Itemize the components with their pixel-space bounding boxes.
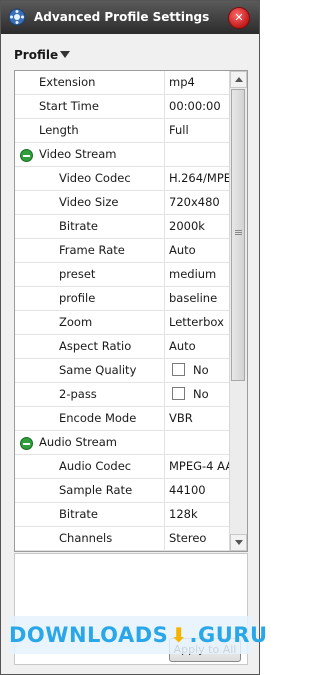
checkbox[interactable] <box>172 387 185 400</box>
property-value[interactable]: 128k <box>165 503 229 526</box>
property-name: Encode Mode <box>15 407 165 430</box>
property-name: Video Codec <box>15 167 165 190</box>
watermark-dot: . <box>189 623 199 647</box>
property-row[interactable]: Length Full <box>15 119 229 143</box>
property-value <box>165 431 229 454</box>
property-name: Extension <box>15 71 165 94</box>
property-name: Frame Rate <box>15 239 165 262</box>
property-name: Start Time <box>15 95 165 118</box>
property-name: Length <box>15 119 165 142</box>
property-value <box>165 143 229 166</box>
property-value[interactable]: Auto <box>165 239 229 262</box>
property-name: preset <box>15 263 165 286</box>
property-value[interactable]: Full <box>165 119 229 142</box>
property-row[interactable]: Bitrate 2000k <box>15 215 229 239</box>
watermark-text-right: GURU <box>198 623 268 647</box>
property-row[interactable]: Extension mp4 <box>15 71 229 95</box>
property-name: Audio Codec <box>15 455 165 478</box>
close-button[interactable]: ✕ <box>228 7 250 29</box>
collapse-icon[interactable] <box>20 437 33 450</box>
dropdown-arrow-icon <box>60 51 71 58</box>
property-name: profile <box>15 287 165 310</box>
property-row[interactable]: Start Time 00:00:00 <box>15 95 229 119</box>
property-name: Bitrate <box>15 215 165 238</box>
download-icon: ⬇ <box>170 623 188 647</box>
property-value[interactable]: medium <box>165 263 229 286</box>
property-row[interactable]: Sample Rate 44100 <box>15 479 229 503</box>
property-name: Zoom <box>15 311 165 334</box>
property-value[interactable]: mp4 <box>165 71 229 94</box>
property-value[interactable]: 100% <box>165 551 229 552</box>
property-value[interactable]: Stereo <box>165 527 229 550</box>
property-row[interactable]: profile baseline <box>15 287 229 311</box>
property-value[interactable]: Auto <box>165 335 229 358</box>
property-name: Volume <box>15 551 165 552</box>
property-row[interactable]: Bitrate 128k <box>15 503 229 527</box>
checkbox[interactable] <box>172 363 185 376</box>
property-row[interactable]: Video Codec H.264/MPE <box>15 167 229 191</box>
property-value[interactable]: VBR <box>165 407 229 430</box>
property-value[interactable]: H.264/MPE <box>165 167 229 190</box>
property-value[interactable]: Letterbox <box>165 311 229 334</box>
property-name: Aspect Ratio <box>15 335 165 358</box>
title-bar: Advanced Profile Settings ✕ <box>1 1 259 34</box>
property-value[interactable]: 720x480 <box>165 191 229 214</box>
advanced-profile-settings-window: Advanced Profile Settings ✕ Profile Exte… <box>0 0 267 675</box>
group-row[interactable]: Audio Stream <box>15 431 229 455</box>
property-name: Video Stream <box>15 143 165 166</box>
property-name: Audio Stream <box>15 431 165 454</box>
property-row[interactable]: Encode Mode VBR <box>15 407 229 431</box>
property-row[interactable]: Zoom Letterbox <box>15 311 229 335</box>
property-value[interactable]: 2000k <box>165 215 229 238</box>
grip-icon <box>235 230 242 231</box>
profile-label: Profile <box>14 48 59 62</box>
property-row[interactable]: Audio Codec MPEG-4 AA <box>15 455 229 479</box>
close-icon: ✕ <box>234 11 244 24</box>
app-icon <box>8 8 26 26</box>
property-row[interactable]: Same Quality No <box>15 359 229 383</box>
property-row[interactable]: Volume100% <box>15 551 229 552</box>
property-name: Video Size <box>15 191 165 214</box>
property-value[interactable]: baseline <box>165 287 229 310</box>
collapse-icon[interactable] <box>20 149 33 162</box>
property-row[interactable]: 2-pass No <box>15 383 229 407</box>
checkbox-label: No <box>193 363 209 377</box>
scroll-down-button[interactable] <box>230 534 247 551</box>
property-row[interactable]: Aspect Ratio Auto <box>15 335 229 359</box>
scroll-thumb[interactable] <box>231 89 245 381</box>
property-name: 2-pass <box>15 383 165 406</box>
property-name: Sample Rate <box>15 479 165 502</box>
window-title: Advanced Profile Settings <box>34 10 210 24</box>
property-grid[interactable]: Extension mp4 Start Time 00:00:00 Length Full… <box>14 70 248 552</box>
group-row[interactable]: Video Stream <box>15 143 229 167</box>
downloads-guru-watermark: DOWNLOADS ⬇.GURU <box>9 616 267 654</box>
property-name: Same Quality <box>15 359 165 382</box>
property-value[interactable]: 00:00:00 <box>165 95 229 118</box>
property-row[interactable]: preset medium <box>15 263 229 287</box>
checkbox-label: No <box>193 387 209 401</box>
property-value[interactable]: MPEG-4 AA <box>165 455 229 478</box>
property-row[interactable]: Channels Stereo <box>15 527 229 551</box>
vertical-scrollbar[interactable] <box>229 71 247 551</box>
profile-dropdown[interactable]: Profile <box>14 48 71 62</box>
property-value[interactable]: 44100 <box>165 479 229 502</box>
watermark-text-left: DOWNLOADS <box>9 623 169 647</box>
property-value[interactable]: No <box>165 383 229 406</box>
property-rows: Extension mp4 Start Time 00:00:00 Length Full… <box>15 71 229 552</box>
property-value[interactable]: No <box>165 359 229 382</box>
property-name: Channels <box>15 527 165 550</box>
scroll-up-button[interactable] <box>230 71 247 88</box>
property-name: Bitrate <box>15 503 165 526</box>
property-row[interactable]: Video Size 720x480 <box>15 191 229 215</box>
property-row[interactable]: Frame Rate Auto <box>15 239 229 263</box>
